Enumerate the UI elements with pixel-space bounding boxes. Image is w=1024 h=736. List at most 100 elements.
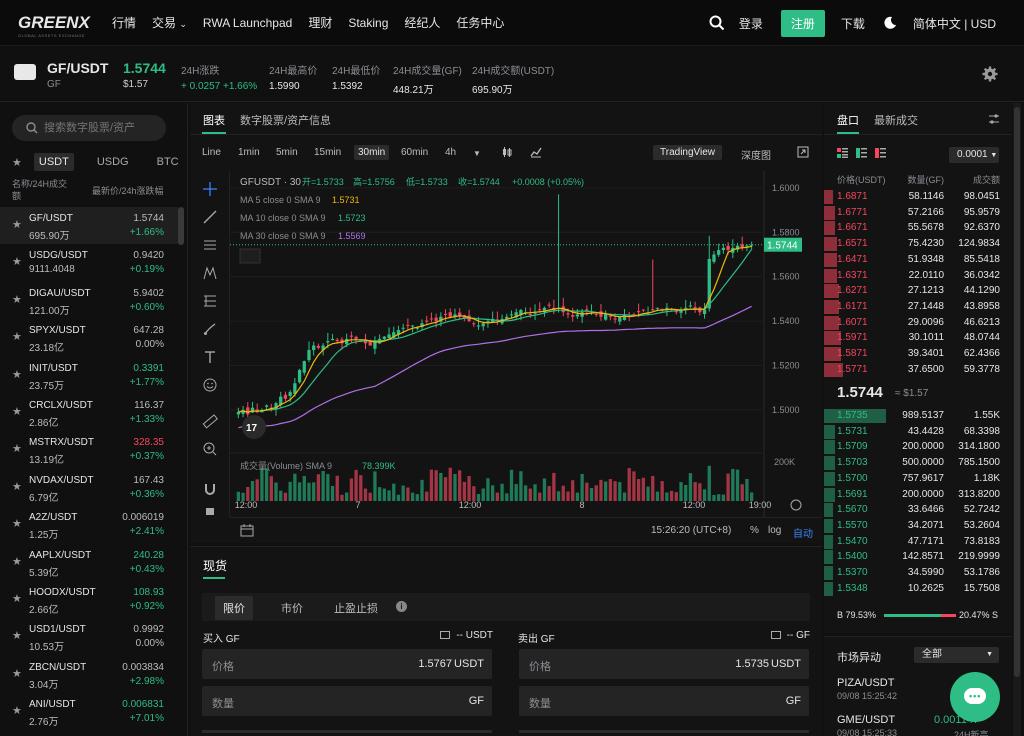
calendar-icon[interactable] xyxy=(240,523,254,537)
nav-item-broker[interactable]: 经纪人 xyxy=(404,14,440,31)
market-row[interactable]: ★ ANI/USDT 2.76万 0.006831 +7.01% xyxy=(0,693,178,730)
nav-item-market[interactable]: 行情 xyxy=(112,14,136,31)
search-icon[interactable] xyxy=(709,15,725,31)
star-icon[interactable]: ★ xyxy=(12,592,22,605)
ask-row[interactable]: 1.5971 30.1011 48.0744 xyxy=(824,330,1012,346)
sell-slider[interactable] xyxy=(519,730,809,733)
log-scale-toggle[interactable]: log xyxy=(768,525,781,536)
nav-item-tasks[interactable]: 任务中心 xyxy=(456,14,504,31)
parallel-lines-icon[interactable] xyxy=(202,237,218,253)
bid-row[interactable]: 1.5400 142.8571 219.9999 xyxy=(824,549,1012,565)
tradingview-button[interactable]: TradingView xyxy=(653,145,723,160)
market-row[interactable]: ★ USDG/USDT 9111.4048 0.9420 +0.19% xyxy=(0,244,178,281)
interval-line[interactable]: Line xyxy=(202,147,221,158)
depth-chart-button[interactable]: 深度图 xyxy=(741,147,771,162)
market-row[interactable]: ★ INIT/USDT 23.75万 0.3391 +1.77% xyxy=(0,357,178,394)
market-row[interactable]: ★ USD1/USDT 10.53万 0.9992 0.00% xyxy=(0,618,178,655)
text-tool-icon[interactable] xyxy=(202,349,218,365)
sell-price-field[interactable]: 价格 1.5735 USDT xyxy=(519,649,809,679)
fibonacci-icon[interactable] xyxy=(202,293,218,309)
market-search-input[interactable] xyxy=(44,120,159,136)
market-row[interactable]: ★ DIGAU/USDT 121.00万 5.9402 +0.60% xyxy=(0,282,178,319)
star-icon[interactable]: ★ xyxy=(12,330,22,343)
ask-row[interactable]: 1.5871 39.3401 62.4366 xyxy=(824,346,1012,362)
indicators-icon[interactable] xyxy=(530,146,542,158)
nav-item-rwa[interactable]: RWA Launchpad xyxy=(203,16,292,30)
star-icon[interactable]: ★ xyxy=(12,555,22,568)
ask-row[interactable]: 1.6671 55.5678 92.6370 xyxy=(824,220,1012,236)
bid-row[interactable]: 1.5570 34.2071 53.2604 xyxy=(824,518,1012,534)
ask-row[interactable]: 1.6171 27.1448 43.8958 xyxy=(824,299,1012,315)
market-row[interactable]: ★ CRCLX/USDT 2.86亿 116.37 +1.33% xyxy=(0,394,178,431)
view-asks-icon[interactable] xyxy=(875,148,886,158)
tab-spot[interactable]: 现货 xyxy=(203,557,227,574)
interval-30min[interactable]: 30min xyxy=(354,145,390,160)
percent-scale-toggle[interactable]: % xyxy=(750,525,759,536)
star-icon[interactable]: ★ xyxy=(12,255,22,268)
logo[interactable]: GREENX GLOBAL ASSETS EXCHANGE xyxy=(18,11,92,38)
ask-row[interactable]: 1.5771 37.6500 59.3778 xyxy=(824,362,1012,378)
view-both-icon[interactable] xyxy=(837,148,848,158)
interval-15min[interactable]: 15min xyxy=(314,147,341,158)
tab-asset-info[interactable]: 数字股票/资产信息 xyxy=(240,112,331,128)
mover-symbol[interactable]: GME/USDT xyxy=(837,714,895,726)
tab-usdg[interactable]: USDG xyxy=(92,153,134,171)
language-selector[interactable]: 简体中文 | USD xyxy=(913,15,996,32)
crosshair-icon[interactable] xyxy=(202,181,218,197)
emoji-icon[interactable] xyxy=(202,377,218,393)
view-bids-icon[interactable] xyxy=(856,148,867,158)
bid-row[interactable]: 1.5735 989.5137 1.55K xyxy=(824,408,1012,424)
tab-chart[interactable]: 图表 xyxy=(203,112,225,128)
gear-icon[interactable] xyxy=(982,66,998,82)
tab-recent-trades[interactable]: 最新成交 xyxy=(874,112,918,128)
buy-price-field[interactable]: 价格 1.5767 USDT xyxy=(202,649,492,679)
bid-row[interactable]: 1.5370 34.5990 53.1786 xyxy=(824,565,1012,581)
nav-item-trade[interactable]: 交易 ⌄ xyxy=(152,14,187,31)
header-name-volume[interactable]: 名称/24H成交额 xyxy=(12,178,74,202)
info-icon[interactable]: i xyxy=(396,601,407,612)
mover-symbol[interactable]: PIZA/USDT xyxy=(837,677,894,689)
nav-item-staking[interactable]: Staking xyxy=(348,16,388,30)
magnet-icon[interactable] xyxy=(202,481,218,497)
star-icon[interactable]: ★ xyxy=(12,368,22,381)
interval-more-icon[interactable]: ▼ xyxy=(473,149,481,158)
movers-filter-select[interactable]: 全部 ▼ xyxy=(914,647,999,663)
candle-type-icon[interactable] xyxy=(501,146,513,158)
bid-row[interactable]: 1.5703 500.0000 785.1500 xyxy=(824,455,1012,471)
market-row[interactable]: ★ MSTRX/USDT 13.19亿 328.35 +0.37% xyxy=(0,431,178,468)
favorites-star-icon[interactable]: ★ xyxy=(12,156,22,169)
star-icon[interactable]: ★ xyxy=(12,629,22,642)
lock-tool-icon[interactable] xyxy=(202,505,218,515)
ask-row[interactable]: 1.6371 22.0110 36.0342 xyxy=(824,268,1012,284)
star-icon[interactable]: ★ xyxy=(12,405,22,418)
nav-item-earn[interactable]: 理财 xyxy=(308,14,332,31)
bid-row[interactable]: 1.5709 200.0000 314.1800 xyxy=(824,439,1012,455)
ask-row[interactable]: 1.6871 58.1146 98.0451 xyxy=(824,189,1012,205)
ask-row[interactable]: 1.6071 29.0096 46.6213 xyxy=(824,315,1012,331)
buy-slider[interactable] xyxy=(202,730,492,733)
star-icon[interactable]: ★ xyxy=(12,704,22,717)
order-type-limit[interactable]: 限价 xyxy=(215,596,253,620)
star-icon[interactable]: ★ xyxy=(12,218,22,231)
trend-line-icon[interactable] xyxy=(202,209,218,225)
sell-qty-field[interactable]: 数量 GF xyxy=(519,686,809,716)
ask-row[interactable]: 1.6271 27.1213 44.1290 xyxy=(824,283,1012,299)
sliders-icon[interactable] xyxy=(988,113,1000,125)
precision-select[interactable]: 0.0001 ▼ xyxy=(949,147,999,163)
market-row[interactable]: ★ A2Z/USDT 1.25万 0.006019 +2.41% xyxy=(0,506,178,543)
buy-qty-field[interactable]: 数量 GF xyxy=(202,686,492,716)
zoom-in-icon[interactable] xyxy=(202,441,218,457)
moon-icon[interactable] xyxy=(883,16,897,30)
login-button[interactable]: 登录 xyxy=(739,15,763,32)
interval-60min[interactable]: 60min xyxy=(401,147,428,158)
star-icon[interactable]: ★ xyxy=(12,667,22,680)
star-icon[interactable]: ★ xyxy=(12,293,22,306)
order-type-market[interactable]: 市价 xyxy=(281,600,303,616)
price-chart[interactable]: 1.6000 1.5800 1.5600 1.5400 1.5200 1.5000 1.57… xyxy=(230,171,822,517)
bid-row[interactable]: 1.5731 43.4428 68.3398 xyxy=(824,424,1012,440)
ask-row[interactable]: 1.6771 57.2166 95.9579 xyxy=(824,205,1012,221)
header-price-change[interactable]: 最新价/24h涨跌幅 xyxy=(92,184,182,197)
order-type-tpsl[interactable]: 止盈止损 xyxy=(334,600,378,616)
market-row[interactable]: ★ HOODX/USDT 2.66亿 108.93 +0.92% xyxy=(0,581,178,618)
star-icon[interactable]: ★ xyxy=(12,442,22,455)
